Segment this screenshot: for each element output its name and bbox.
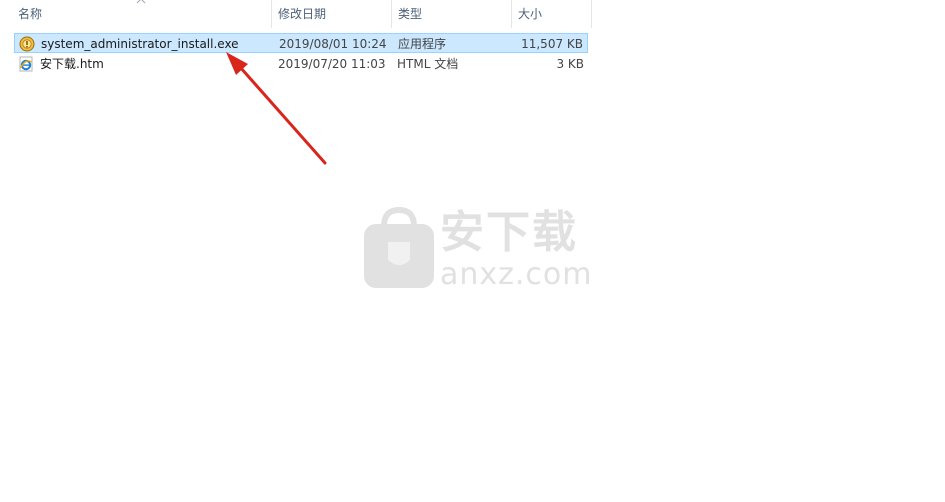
watermark-logo: 安下载 anxz.com — [362, 206, 592, 296]
shopping-bag-icon — [364, 206, 434, 288]
watermark-brand-en: anxz.com — [440, 257, 593, 292]
watermark-brand-cn: 安下载 — [440, 207, 578, 258]
